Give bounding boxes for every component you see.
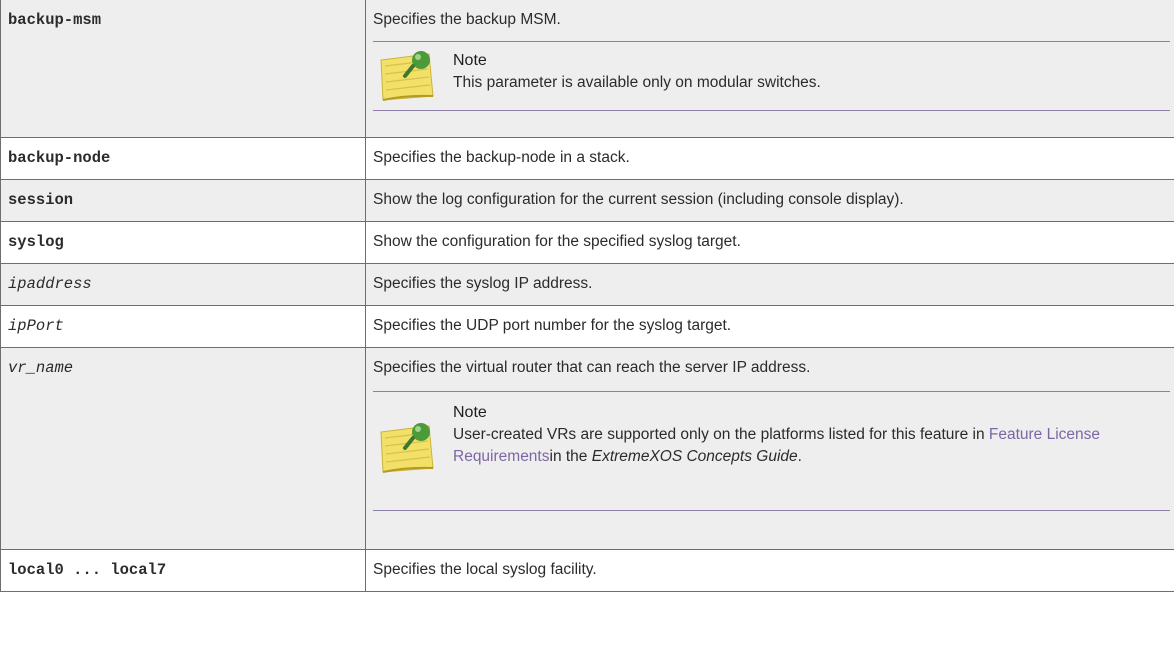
param-name: backup-msm [0,0,366,138]
note-box: Note User-created VRs are supported only… [373,391,1170,511]
param-description: Specifies the UDP port number for the sy… [365,305,1174,348]
param-description-cell: Specifies the backup MSM. Note This para… [365,0,1174,138]
table-row: backup-node Specifies the backup-node in… [0,137,1174,180]
note-title: Note [453,52,487,69]
param-description-cell: Specifies the virtual router that can re… [365,347,1174,550]
note-text-part: User-created VRs are supported only on t… [453,426,989,443]
note-text-part: in the [549,448,592,465]
parameters-table: backup-msm Specifies the backup MSM. Not… [0,0,1174,592]
note-text: User-created VRs are supported only on t… [453,424,1130,468]
table-row: session Show the log configuration for t… [0,179,1174,222]
table-row: syslog Show the configuration for the sp… [0,221,1174,264]
table-row: local0 ... local7 Specifies the local sy… [0,549,1174,592]
param-description: Specifies the local syslog facility. [365,549,1174,592]
note-title: Note [453,404,487,421]
note-body: Note User-created VRs are supported only… [453,392,1170,468]
concepts-guide-title: ExtremeXOS Concepts Guide [591,448,798,465]
note-body: Note This parameter is available only on… [453,42,1170,94]
param-description: Specifies the backup MSM. [373,11,561,28]
note-box: Note This parameter is available only on… [373,41,1170,111]
table-row: ipaddress Specifies the syslog IP addres… [0,263,1174,306]
table-row: vr_name Specifies the virtual router tha… [0,347,1174,550]
note-text: This parameter is available only on modu… [453,74,821,91]
param-description: Show the log configuration for the curre… [365,179,1174,222]
param-name: ipPort [0,305,366,348]
table-row: backup-msm Specifies the backup MSM. Not… [0,0,1174,138]
param-name: ipaddress [0,263,366,306]
param-description: Specifies the syslog IP address. [365,263,1174,306]
param-description: Specifies the backup-node in a stack. [365,137,1174,180]
param-name: local0 ... local7 [0,549,366,592]
param-name: session [0,179,366,222]
param-name: syslog [0,221,366,264]
param-description: Show the configuration for the specified… [365,221,1174,264]
param-name: vr_name [0,347,366,550]
note-pad-pin-icon [380,423,434,473]
table-row: ipPort Specifies the UDP port number for… [0,305,1174,348]
note-text-part: . [797,448,802,465]
note-pad-pin-icon [380,51,434,101]
param-description: Specifies the virtual router that can re… [373,359,811,376]
param-name: backup-node [0,137,366,180]
